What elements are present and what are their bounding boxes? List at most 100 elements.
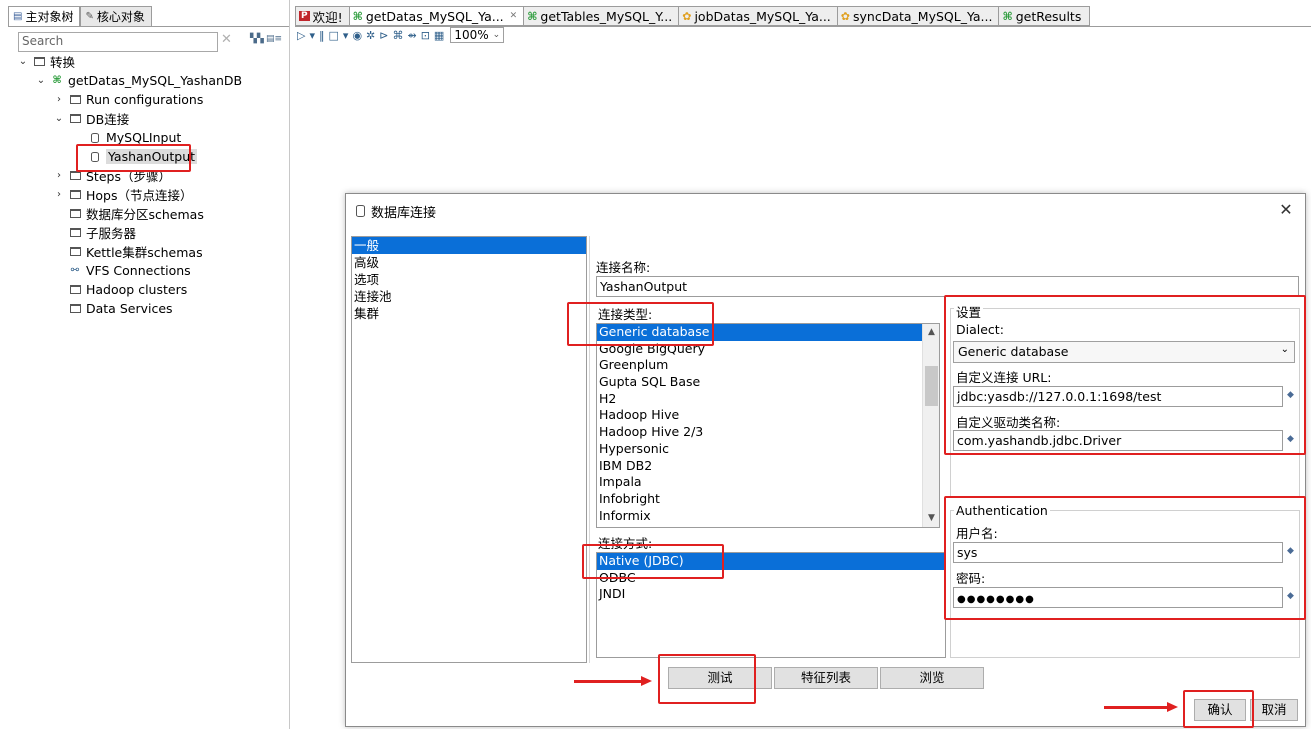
replay-icon[interactable]: ⊳	[379, 29, 388, 42]
tree-node-partition-schemas[interactable]: 数据库分区schemas	[66, 204, 204, 223]
scrollbar[interactable]: ▲ ▼	[922, 324, 939, 527]
category-options[interactable]: 选项	[352, 271, 586, 288]
explore-icon[interactable]: ▦	[434, 29, 444, 42]
list-item[interactable]: Hadoop Hive	[597, 407, 939, 424]
tree-node-root[interactable]: ⌄ 转换	[16, 52, 75, 71]
tab-welcome[interactable]: P 欢迎!	[295, 6, 349, 26]
close-icon[interactable]: ✕	[1277, 200, 1295, 219]
chevron-right-icon[interactable]: ›	[52, 170, 66, 181]
connection-name-field[interactable]: YashanOutput	[596, 276, 1299, 297]
tab-getdatas[interactable]: ⌘ getDatas_MySQL_Ya... ✕	[348, 6, 524, 26]
tab-jobdatas[interactable]: ✿ jobDatas_MySQL_Ya...	[678, 6, 837, 26]
dialect-select[interactable]: Generic database ⌄	[953, 341, 1295, 363]
sql-icon[interactable]: ⊡	[421, 29, 430, 42]
dropdown-icon[interactable]: ▾	[343, 29, 349, 42]
variable-icon[interactable]: ◆	[1287, 434, 1294, 444]
list-item[interactable]: Native (JDBC)	[597, 553, 945, 570]
network-icon: ⚯	[70, 265, 80, 276]
list-item[interactable]: Generic database	[597, 324, 923, 341]
chevron-up-icon[interactable]: ▲	[923, 324, 939, 341]
feature-list-button[interactable]: 特征列表	[774, 667, 878, 689]
list-item[interactable]: IBM DB2	[597, 458, 939, 475]
tree-node-connection-yashanoutput[interactable]: YashanOutput	[86, 147, 198, 166]
authentication-group	[950, 510, 1300, 658]
list-item[interactable]: Hypersonic	[597, 441, 939, 458]
tree-node-slave-servers[interactable]: 子服务器	[66, 223, 136, 242]
tree-node-steps[interactable]: › Steps（步骤）	[52, 166, 171, 185]
password-label: 密码:	[956, 571, 986, 586]
chevron-down-icon[interactable]: ⌄	[34, 75, 48, 86]
category-cluster[interactable]: 集群	[352, 305, 586, 322]
tree-node-cluster-schemas[interactable]: Kettle集群schemas	[66, 242, 203, 261]
username-field[interactable]: sys	[953, 542, 1283, 563]
variable-icon[interactable]: ◆	[1287, 390, 1294, 400]
clear-icon[interactable]: ✕	[221, 32, 235, 50]
chevron-down-icon: ⌄	[492, 30, 501, 40]
run-icon[interactable]: ▷	[297, 29, 305, 42]
list-item[interactable]: Informix	[597, 508, 939, 525]
left-panel: ▤ 主对象树 ✎ 核心对象 Search ✕ ▚▚ ▤≡ ⌄ 转换 ⌄ ⌘ ge…	[0, 0, 290, 729]
tree-node-vfs-connections[interactable]: ⚯ VFS Connections	[66, 261, 191, 280]
dropdown-icon[interactable]: ▾	[309, 29, 315, 42]
tree-node-run-configurations[interactable]: › Run configurations	[52, 90, 203, 109]
list-item[interactable]: ODBC	[597, 570, 945, 587]
impact-icon[interactable]: ⇴	[407, 29, 416, 42]
tab-syncdata[interactable]: ✿ syncData_MySQL_Ya...	[836, 6, 999, 26]
debug-icon[interactable]: ✲	[366, 29, 375, 42]
folder-icon	[69, 228, 81, 237]
username-value: sys	[957, 545, 978, 560]
tree-node-hops[interactable]: › Hops（节点连接）	[52, 185, 193, 204]
tree-node-transformation[interactable]: ⌄ ⌘ getDatas_MySQL_YashanDB	[34, 71, 242, 90]
category-advanced[interactable]: 高级	[352, 254, 586, 271]
zoom-select[interactable]: 100% ⌄	[450, 27, 505, 43]
cancel-button[interactable]: 取消	[1250, 699, 1298, 721]
list-item[interactable]: Google BigQuery	[597, 341, 939, 358]
connection-name-label: 连接名称:	[596, 260, 651, 275]
url-field[interactable]: jdbc:yasdb://127.0.0.1:1698/test	[953, 386, 1283, 407]
variable-icon[interactable]: ◆	[1287, 546, 1294, 556]
test-button[interactable]: 测试	[668, 667, 772, 689]
list-item[interactable]: JNDI	[597, 586, 945, 603]
tab-getresults[interactable]: ⌘ getResults	[998, 6, 1091, 26]
preview-icon[interactable]: ◉	[352, 29, 362, 42]
search-input[interactable]: Search	[18, 32, 218, 52]
expand-all-icon[interactable]: ▚▚	[250, 34, 264, 48]
pause-icon[interactable]: ‖	[319, 29, 325, 42]
chevron-right-icon[interactable]: ›	[52, 94, 66, 105]
collapse-all-icon[interactable]: ▤≡	[266, 34, 282, 48]
category-pooling[interactable]: 连接池	[352, 288, 586, 305]
chevron-right-icon[interactable]: ›	[52, 189, 66, 200]
chevron-down-icon[interactable]: ⌄	[52, 113, 66, 124]
tab-core-objects[interactable]: ✎ 核心对象	[80, 6, 152, 26]
tree-node-data-services[interactable]: Data Services	[66, 299, 173, 318]
category-general[interactable]: 一般	[352, 237, 586, 254]
chevron-down-icon[interactable]: ⌄	[16, 56, 30, 67]
driver-field[interactable]: com.yashandb.jdbc.Driver	[953, 430, 1283, 451]
list-item[interactable]: Gupta SQL Base	[597, 374, 939, 391]
list-item[interactable]: Impala	[597, 474, 939, 491]
tree-node-hadoop-clusters[interactable]: Hadoop clusters	[66, 280, 187, 299]
folder-icon	[69, 95, 81, 104]
ok-button[interactable]: 确认	[1194, 699, 1246, 721]
variable-icon[interactable]: ◆	[1287, 591, 1294, 601]
tab-gettables[interactable]: ⌘ getTables_MySQL_Y...	[523, 6, 679, 26]
list-item[interactable]: Infobright	[597, 491, 939, 508]
list-item[interactable]: Hadoop Hive 2/3	[597, 424, 939, 441]
tab-main-tree[interactable]: ▤ 主对象树	[8, 6, 81, 26]
connection-type-list[interactable]: Generic database Google BigQuery Greenpl…	[596, 323, 940, 528]
list-item[interactable]: H2	[597, 391, 939, 408]
close-icon[interactable]: ✕	[510, 11, 518, 21]
tab-label: getResults	[1015, 8, 1082, 24]
scrollbar-thumb[interactable]	[925, 366, 938, 406]
tree-node-db-connections[interactable]: ⌄ DB连接	[52, 109, 129, 128]
chevron-down-icon: ⌄	[1280, 344, 1289, 355]
tree-node-connection-mysqlinput[interactable]: MySQLInput	[86, 128, 181, 147]
verify-icon[interactable]: ⌘	[392, 29, 403, 42]
chevron-down-icon[interactable]: ▼	[923, 510, 939, 527]
stop-icon[interactable]: □	[329, 29, 339, 42]
access-method-list[interactable]: Native (JDBC) ODBC JNDI	[596, 552, 946, 658]
password-field[interactable]: ●●●●●●●●	[953, 587, 1283, 608]
explore-button[interactable]: 浏览	[880, 667, 984, 689]
folder-icon	[69, 247, 81, 256]
list-item[interactable]: Greenplum	[597, 357, 939, 374]
